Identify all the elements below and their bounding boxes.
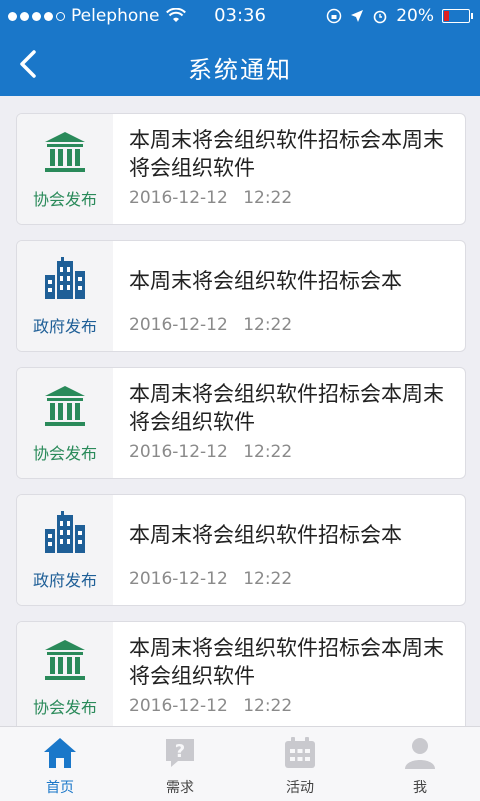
notice-card[interactable]: 政府发布 本周末将会组织软件招标会本 2016-12-12 12:22 (16, 494, 466, 606)
source-tag: 协会发布 (32, 190, 97, 209)
tab-home[interactable]: 首页 (0, 727, 120, 801)
rotation-lock-icon (326, 8, 342, 24)
tab-bar: 首页 ? 需求 活动 我 (0, 726, 480, 801)
notice-card[interactable]: 政府发布 本周末将会组织软件招标会本 2016-12-12 12:22 (16, 240, 466, 352)
status-bar: Pelephone 03:36 20% (0, 0, 480, 32)
notice-text: 本周末将会组织软件招标会本周末将会组织软件 (129, 382, 444, 434)
tab-me[interactable]: 我 (360, 727, 480, 801)
source-tag: 政府发布 (32, 571, 97, 590)
battery-percent: 20% (396, 6, 434, 26)
notice-date: 2016-12-12 12:22 (129, 442, 293, 462)
notice-source: 协会发布 (17, 368, 113, 478)
nav-bar: 系统通知 (0, 32, 480, 96)
notice-source: 协会发布 (17, 622, 113, 726)
tab-label: 需求 (166, 780, 194, 796)
tab-activity[interactable]: 活动 (240, 727, 360, 801)
city-buildings-icon (45, 511, 85, 553)
tab-label: 我 (413, 780, 427, 796)
city-buildings-icon (45, 257, 85, 299)
bank-building-icon (45, 386, 85, 426)
location-arrow-icon (351, 10, 364, 22)
notice-list: 协会发布 本周末将会组织软件招标会本周末将会组织软件 2016-12-12 12… (0, 96, 480, 726)
notice-date: 2016-12-12 12:22 (129, 315, 293, 335)
question-bubble-icon: ? (166, 739, 194, 767)
calendar-icon (285, 737, 315, 768)
notice-text: 本周末将会组织软件招标会本周末将会组织软件 (129, 128, 444, 180)
source-tag: 协会发布 (32, 698, 97, 717)
notice-source: 政府发布 (17, 495, 113, 605)
app-header: Pelephone 03:36 20% 系统通知 (0, 0, 480, 96)
source-tag: 协会发布 (32, 444, 97, 463)
tab-label: 首页 (46, 780, 74, 796)
tab-demand[interactable]: ? 需求 (120, 727, 240, 801)
battery-icon (442, 9, 473, 23)
notice-card[interactable]: 协会发布 本周末将会组织软件招标会本周末将会组织软件 2016-12-12 12… (16, 113, 466, 225)
notice-date: 2016-12-12 12:22 (129, 569, 293, 589)
notice-source: 政府发布 (17, 241, 113, 351)
notice-card[interactable]: 协会发布 本周末将会组织软件招标会本周末将会组织软件 2016-12-12 12… (16, 367, 466, 479)
notice-text: 本周末将会组织软件招标会本 (129, 523, 402, 547)
bank-building-icon (45, 640, 85, 680)
notice-date: 2016-12-12 12:22 (129, 696, 293, 716)
notice-text: 本周末将会组织软件招标会本周末将会组织软件 (129, 636, 444, 688)
alarm-clock-icon (373, 10, 387, 24)
home-icon (44, 738, 76, 768)
notice-text: 本周末将会组织软件招标会本 (129, 269, 402, 293)
user-icon (405, 738, 435, 769)
notice-source: 协会发布 (17, 114, 113, 224)
bank-building-icon (45, 132, 85, 172)
tab-label: 活动 (286, 780, 314, 796)
notice-card[interactable]: 协会发布 本周末将会组织软件招标会本周末将会组织软件 2016-12-12 12… (16, 621, 466, 726)
source-tag: 政府发布 (32, 317, 97, 336)
page-title: 系统通知 (188, 56, 292, 84)
svg-text:?: ? (175, 741, 185, 762)
notice-date: 2016-12-12 12:22 (129, 188, 293, 208)
